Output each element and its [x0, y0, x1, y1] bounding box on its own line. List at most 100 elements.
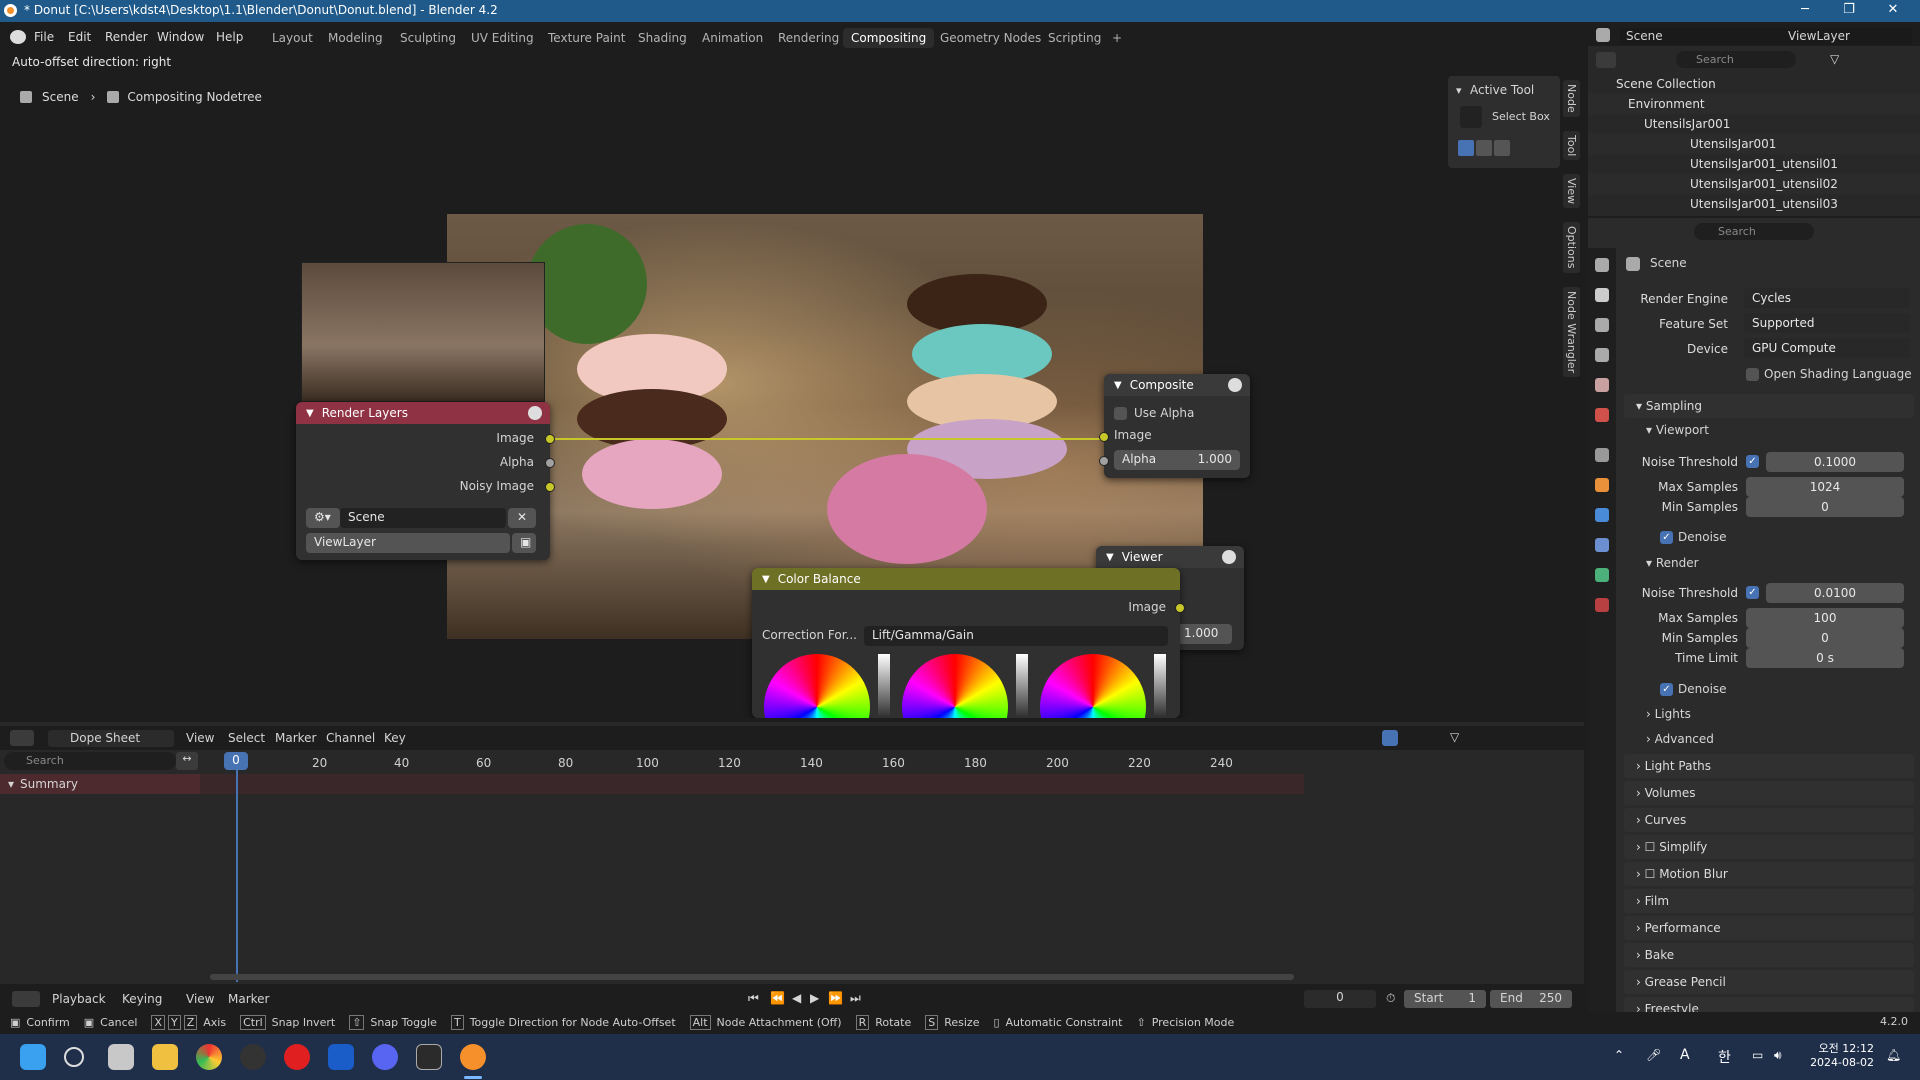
tab-node-wrangler[interactable]: Node Wrangler — [1563, 286, 1580, 377]
microphone-icon[interactable]: 🎤︎ — [1646, 1048, 1661, 1062]
chevron-down-icon[interactable]: ▼ — [762, 574, 770, 585]
network-icon[interactable]: ▭ — [1752, 1048, 1763, 1062]
input-alpha-socket[interactable] — [1099, 456, 1109, 466]
editor-type-icon[interactable] — [12, 991, 40, 1007]
close-button[interactable]: ✕ — [1878, 2, 1908, 17]
tab-sculpting[interactable]: Sculpting — [392, 28, 464, 48]
chevron-down-icon[interactable]: ▼ — [1114, 380, 1122, 391]
viewer-alpha-field[interactable]: 1.000 — [1176, 624, 1232, 644]
device-dropdown[interactable]: GPU Compute — [1744, 338, 1910, 358]
render-tab-icon[interactable] — [1595, 288, 1609, 302]
maximize-button[interactable]: ❐ — [1834, 2, 1864, 17]
tab-tool[interactable]: Tool — [1563, 130, 1580, 161]
tab-options[interactable]: Options — [1563, 222, 1580, 273]
chevron-down-icon[interactable]: ▾ — [1456, 84, 1462, 97]
tab-shading[interactable]: Shading — [630, 28, 695, 48]
render-denoise-checkbox[interactable]: ✓ — [1660, 683, 1673, 696]
gamma-value-slider[interactable] — [1016, 654, 1028, 716]
view-layer-field[interactable]: ViewLayer — [1782, 28, 1912, 45]
ime-indicator[interactable]: A — [1680, 1047, 1690, 1063]
color-balance-node[interactable]: ▼ Color Balance Image Correction For... … — [752, 568, 1185, 760]
editor-type-icon[interactable] — [10, 730, 34, 746]
render-noise-threshold-field[interactable]: 0.0100 — [1766, 583, 1904, 603]
stopwatch-icon[interactable]: ⏱ — [1386, 991, 1395, 1006]
output-alpha-socket[interactable] — [545, 458, 555, 468]
time-limit-field[interactable]: 0 s — [1746, 648, 1904, 668]
motion-blur-panel[interactable]: › ☐ Motion Blur — [1624, 862, 1914, 886]
render-layers-node[interactable]: ▼ Render Layers Image Alpha Noisy Image … — [296, 402, 555, 560]
jump-end-icon[interactable]: ⏭ — [850, 991, 861, 1006]
use-alpha-checkbox[interactable] — [1114, 407, 1127, 420]
render-subpanel[interactable]: ▾ Render — [1646, 556, 1699, 570]
render-icon[interactable] — [1228, 378, 1242, 392]
outliner-row[interactable]: Scene Collection — [1588, 74, 1920, 94]
menu-help[interactable]: Help — [216, 30, 243, 44]
chevron-down-icon[interactable]: ▼ — [306, 408, 314, 419]
render-icon[interactable] — [1222, 550, 1236, 564]
render-layers-header[interactable]: ▼ Render Layers — [296, 402, 550, 424]
input-image-socket[interactable] — [1099, 432, 1109, 442]
play-reverse-icon[interactable]: ◀ — [792, 991, 801, 1005]
tab-node[interactable]: Node — [1563, 80, 1580, 117]
data-tab-icon[interactable] — [1595, 568, 1609, 582]
world-tab-icon[interactable] — [1595, 408, 1609, 422]
menu-window[interactable]: Window — [157, 30, 204, 44]
outliner-row[interactable]: UtensilsJar001 — [1588, 114, 1920, 134]
simplify-panel[interactable]: › ☐ Simplify — [1624, 835, 1914, 859]
blender-taskbar-icon[interactable] — [460, 1044, 486, 1070]
menu-select[interactable]: Select — [228, 731, 265, 745]
youtube-music-icon[interactable] — [284, 1044, 310, 1070]
render-max-samples-field[interactable]: 100 — [1746, 608, 1904, 628]
correction-dropdown[interactable]: Lift/Gamma/Gain — [864, 626, 1168, 646]
scene-icon-dropdown[interactable]: ⚙▾ — [306, 508, 340, 528]
viewport-subpanel[interactable]: ▾ Viewport — [1646, 423, 1709, 437]
curves-panel[interactable]: › Curves — [1624, 808, 1914, 832]
select-mode-subtract-icon[interactable] — [1494, 140, 1510, 156]
performance-panel[interactable]: › Performance — [1624, 916, 1914, 940]
bake-panel[interactable]: › Bake — [1624, 943, 1914, 967]
view-layer-tab-icon[interactable] — [1595, 348, 1609, 362]
tab-scripting[interactable]: Scripting — [1040, 28, 1109, 48]
output-image-socket[interactable] — [1175, 603, 1185, 613]
menu-marker[interactable]: Marker — [275, 731, 316, 745]
summary-channel[interactable]: ▾ Summary — [0, 774, 200, 794]
chrome-icon[interactable] — [196, 1044, 222, 1070]
composite-header[interactable]: ▼ Composite — [1104, 374, 1250, 396]
render-icon[interactable] — [528, 406, 542, 420]
tab-uv-editing[interactable]: UV Editing — [463, 28, 542, 48]
notification-bell-icon[interactable]: 🔔︎ — [1886, 1048, 1901, 1062]
editor-type-icon[interactable] — [1596, 52, 1616, 68]
color-balance-header[interactable]: ▼ Color Balance — [752, 568, 1180, 590]
sampling-panel-header[interactable]: ▾ Sampling — [1624, 394, 1914, 418]
feature-set-dropdown[interactable]: Supported — [1744, 313, 1910, 333]
tab-rendering[interactable]: Rendering — [770, 28, 847, 48]
next-keyframe-icon[interactable]: ⏩ — [828, 991, 843, 1005]
viewport-min-samples-field[interactable]: 0 — [1746, 497, 1904, 517]
only-selected-icon[interactable] — [1382, 730, 1398, 746]
outliner-row[interactable]: UtensilsJar001_utensil03 — [1588, 194, 1920, 214]
menu-view[interactable]: View — [186, 992, 214, 1006]
render-engine-dropdown[interactable]: Cycles — [1744, 288, 1910, 308]
viewport-denoise-checkbox[interactable]: ✓ — [1660, 531, 1673, 544]
menu-file[interactable]: File — [34, 30, 54, 44]
add-workspace-button[interactable]: + — [1104, 28, 1130, 48]
chevron-down-icon[interactable]: ▼ — [1106, 552, 1114, 563]
swap-icon[interactable]: ↔ — [176, 752, 198, 770]
tool-tab-icon[interactable] — [1595, 258, 1609, 272]
outliner-row[interactable]: UtensilsJar001_utensil02 — [1588, 174, 1920, 194]
viewport-max-samples-field[interactable]: 1024 — [1746, 477, 1904, 497]
grease-pencil-panel[interactable]: › Grease Pencil — [1624, 970, 1914, 994]
current-frame-field[interactable]: 0 — [1304, 990, 1376, 1008]
filter-icon[interactable]: ▽ — [1830, 52, 1839, 66]
select-mode-extend-icon[interactable] — [1476, 140, 1492, 156]
menu-render[interactable]: Render — [105, 30, 148, 44]
tab-layout[interactable]: Layout — [264, 28, 321, 48]
select-box-icon[interactable] — [1460, 106, 1482, 128]
object-tab-icon[interactable] — [1595, 478, 1609, 492]
scene-field[interactable]: Scene — [1620, 28, 1790, 45]
composite-node[interactable]: ▼ Composite Use Alpha Image Alpha 1.000 — [1099, 374, 1250, 478]
constraints-tab-icon[interactable] — [1595, 538, 1609, 552]
collection-tab-icon[interactable] — [1595, 448, 1609, 462]
close-icon[interactable]: ✕ — [508, 508, 536, 528]
mode-dropdown[interactable]: Dope Sheet — [48, 730, 174, 747]
